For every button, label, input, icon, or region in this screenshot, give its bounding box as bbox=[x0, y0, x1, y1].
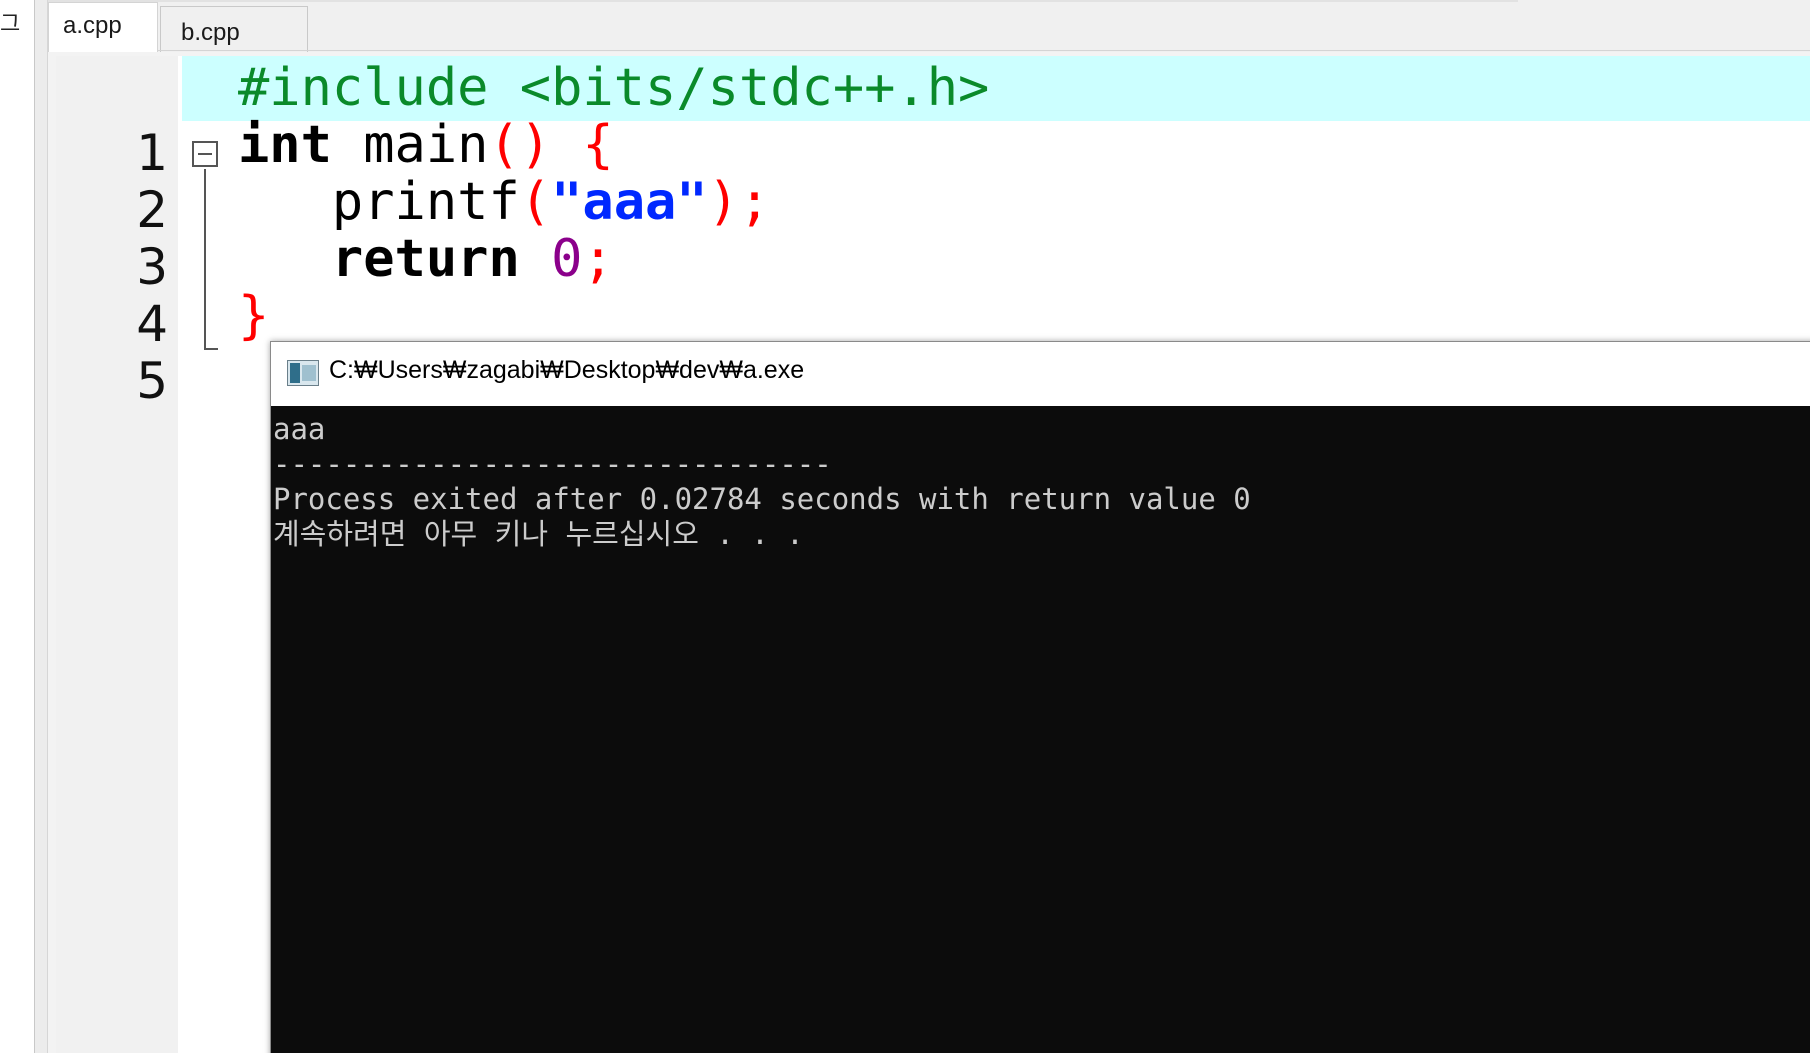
code-line-text[interactable]: printf("aaa"); bbox=[182, 170, 1810, 235]
number-literal: 0 bbox=[551, 229, 583, 289]
string-literal: "aaa" bbox=[551, 172, 708, 232]
paren-close-semicolon: ); bbox=[707, 172, 771, 232]
tab-bar-top-border bbox=[48, 0, 1518, 2]
function-name-main: main bbox=[331, 115, 489, 175]
code-line-text[interactable]: #include <bits/stdc++.h> bbox=[182, 56, 1810, 121]
tab-bar-divider bbox=[158, 50, 1810, 51]
console-output[interactable]: aaa -------------------------------- Pro… bbox=[271, 406, 1810, 1053]
code-line-text[interactable]: int main() { bbox=[182, 113, 1810, 178]
code-line-4[interactable]: 4 return 0; bbox=[56, 227, 1810, 353]
code-line-text[interactable]: } bbox=[182, 284, 1810, 349]
left-panel-label[interactable]: 그 bbox=[0, 6, 20, 38]
keyword-return: return bbox=[331, 229, 520, 289]
console-window-title: C:₩Users₩zagabi₩Desktop₩dev₩a.exe bbox=[329, 356, 805, 384]
fold-range-end bbox=[204, 348, 218, 350]
fold-toggle-icon[interactable] bbox=[192, 141, 218, 167]
tab-b-cpp[interactable]: b.cpp bbox=[160, 6, 308, 52]
tab-label: a.cpp bbox=[63, 12, 122, 39]
brace-open: { bbox=[582, 115, 614, 175]
tab-label: b.cpp bbox=[181, 19, 240, 46]
left-panel: 그 bbox=[0, 0, 35, 1053]
console-app-icon[interactable] bbox=[287, 360, 319, 386]
brace-close: } bbox=[238, 286, 270, 346]
function-call-printf: printf bbox=[331, 172, 520, 232]
console-separator-line: -------------------------------- bbox=[273, 447, 832, 481]
code-line-5[interactable]: 5 } bbox=[56, 284, 1810, 410]
include-directive: #include <bits/stdc++.h> bbox=[238, 58, 990, 118]
panel-splitter[interactable] bbox=[35, 0, 48, 1053]
console-press-any-key-prompt: 계속하려면 아무 키나 누르십시오 . . . bbox=[273, 517, 804, 551]
fold-range-line bbox=[204, 169, 206, 350]
code-line-3[interactable]: 3 printf("aaa"); bbox=[56, 170, 1810, 296]
keyword-int: int bbox=[238, 115, 332, 175]
console-title-bar[interactable]: C:₩Users₩zagabi₩Desktop₩dev₩a.exe bbox=[271, 342, 1810, 405]
code-line-text[interactable]: return 0; bbox=[182, 227, 1810, 292]
editor-tab-bar: a.cpp b.cpp bbox=[48, 0, 1810, 52]
console-window[interactable]: C:₩Users₩zagabi₩Desktop₩dev₩a.exe aaa --… bbox=[270, 341, 1810, 1053]
code-line-1[interactable]: 1 #include <bits/stdc++.h> bbox=[56, 56, 1810, 182]
line-number: 5 bbox=[136, 352, 168, 410]
paren-open: ( bbox=[519, 172, 552, 232]
console-exit-status: Process exited after 0.02784 seconds wit… bbox=[273, 482, 1251, 516]
ide-window: 그 a.cpp b.cpp 1 #include <bits/stdc++.h>… bbox=[0, 0, 1810, 1053]
semicolon: ; bbox=[582, 229, 614, 289]
parentheses: () bbox=[488, 115, 552, 175]
console-output-line: aaa bbox=[273, 412, 326, 446]
code-line-2[interactable]: 2 int main() { bbox=[56, 113, 1810, 239]
tab-a-cpp[interactable]: a.cpp bbox=[48, 2, 158, 52]
